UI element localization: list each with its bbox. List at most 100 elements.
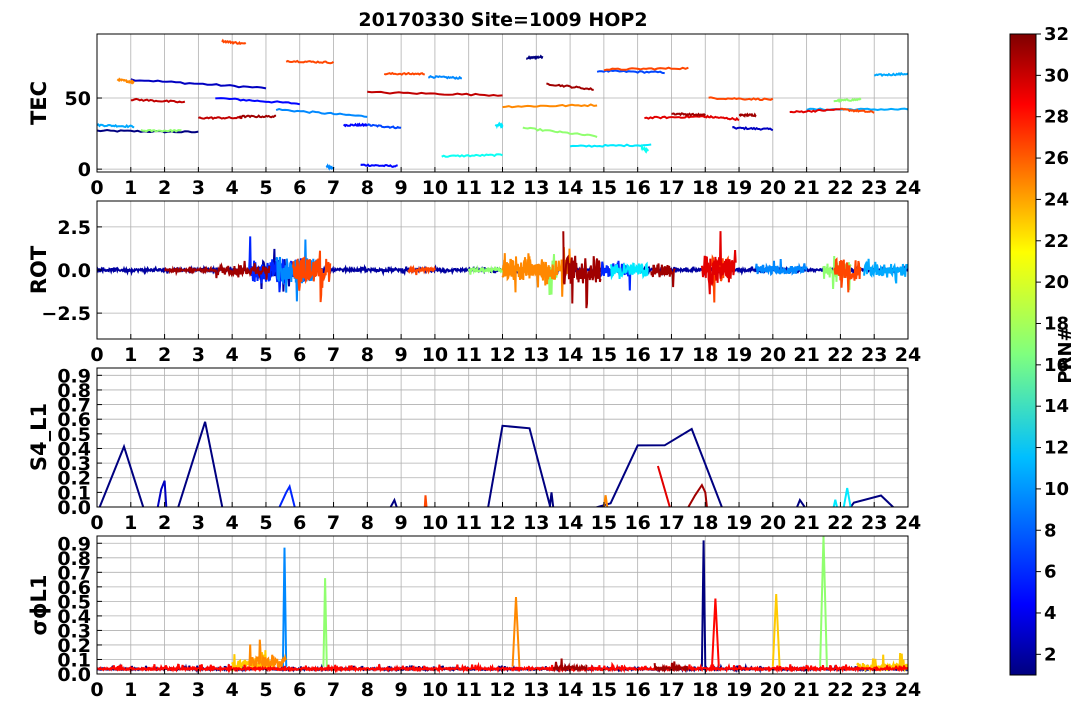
x-tick-label: 0: [90, 344, 103, 366]
x-tick-label: 22: [827, 177, 853, 199]
x-tick-label: 2: [158, 679, 171, 701]
x-tick-label: 6: [293, 512, 306, 534]
y-axis-label: σϕL1: [27, 574, 51, 635]
x-tick-label: 14: [557, 344, 583, 366]
x-tick-label: 14: [557, 512, 583, 534]
x-tick-label: 5: [259, 177, 272, 199]
x-tick-label: 22: [827, 344, 853, 366]
x-tick-label: 23: [861, 512, 887, 534]
x-tick-label: 20: [760, 344, 786, 366]
x-tick-label: 8: [361, 344, 374, 366]
x-tick-label: 4: [226, 512, 239, 534]
x-tick-label: 18: [692, 512, 718, 534]
colorbar-tick-label: 22: [1044, 231, 1069, 252]
x-tick-label: 15: [591, 177, 617, 199]
series-prn-13: [640, 143, 649, 154]
x-tick-label: 7: [327, 344, 340, 366]
x-tick-label: 5: [259, 512, 272, 534]
colorbar-gradient: [1009, 33, 1037, 676]
x-tick-label: 3: [192, 679, 205, 701]
x-tick-label: 24: [895, 679, 921, 701]
colorbar-tick-label: 16: [1044, 355, 1069, 376]
panel-rot: 0 1 2 3 4 5 6 7 8 9 10 11 12 13 14 15 16 17 18 19 20 21 22 23 24…: [27, 200, 921, 366]
y-tick-label: 0.9: [57, 533, 91, 555]
x-tick-label: 15: [591, 679, 617, 701]
colorbar-tick-label: 26: [1044, 148, 1069, 169]
x-tick-label: 1: [124, 679, 137, 701]
x-tick-label: 6: [293, 177, 306, 199]
x-tick-label: 9: [395, 177, 408, 199]
x-tick-label: 9: [395, 344, 408, 366]
x-tick-label: 3: [192, 512, 205, 534]
x-tick-label: 21: [793, 512, 819, 534]
x-tick-label: 2: [158, 512, 171, 534]
x-tick-label: 17: [658, 679, 684, 701]
series-prn-17: [833, 97, 862, 103]
x-tick-label: 17: [658, 512, 684, 534]
series-prn-17: [140, 128, 182, 133]
x-tick-label: 11: [455, 512, 481, 534]
x-tick-label: 16: [624, 344, 650, 366]
x-tick-label: 23: [861, 177, 887, 199]
x-tick-label: 7: [327, 679, 340, 701]
colorbar-tick-label: 8: [1044, 520, 1057, 541]
x-tick-label: 18: [692, 177, 718, 199]
y-tick-label: 0.9: [57, 365, 91, 387]
panel-sigma-phi: 0 1 2 3 4 5 6 7 8 9 10 11 12 13 14 15 16 17 18 19 20 21 22 23 24…: [27, 533, 921, 701]
x-tick-label: 1: [124, 512, 137, 534]
x-tick-label: 7: [327, 512, 340, 534]
x-tick-label: 24: [895, 344, 921, 366]
series-prn-30: [198, 116, 243, 120]
y-axis-label: TEC: [27, 81, 51, 125]
y-tick-label: 2.5: [57, 217, 91, 239]
x-tick-label: 18: [692, 679, 718, 701]
x-tick-label: 11: [455, 177, 481, 199]
colorbar-tick-label: 30: [1044, 65, 1069, 86]
x-tick-label: 0: [90, 512, 103, 534]
x-tick-label: 21: [793, 679, 819, 701]
x-tick-label: 13: [523, 344, 549, 366]
colorbar: PRN# 2468101214161820222426283032: [1009, 24, 1076, 676]
x-tick-label: 15: [591, 512, 617, 534]
x-tick-label: 24: [895, 177, 921, 199]
series-prn-26: [423, 495, 428, 507]
x-tick-label: 23: [861, 679, 887, 701]
x-tick-label: 11: [455, 344, 481, 366]
x-tick-label: 21: [793, 344, 819, 366]
x-tick-label: 6: [293, 344, 306, 366]
colorbar-tick-label: 24: [1044, 189, 1069, 210]
x-tick-label: 4: [226, 344, 239, 366]
x-tick-label: 24: [895, 512, 921, 534]
y-axis-label: S4_L1: [27, 403, 51, 471]
x-tick-label: 21: [793, 177, 819, 199]
x-tick-label: 2: [158, 177, 171, 199]
y-tick-label: 0.0: [57, 260, 91, 282]
x-tick-label: 20: [760, 679, 786, 701]
x-tick-label: 9: [395, 679, 408, 701]
x-tick-label: 14: [557, 679, 583, 701]
x-tick-label: 19: [726, 512, 752, 534]
x-tick-label: 22: [827, 679, 853, 701]
x-tick-label: 17: [658, 177, 684, 199]
colorbar-tick-label: 2: [1044, 644, 1057, 665]
series-prn-26: [383, 71, 425, 76]
x-tick-label: 19: [726, 344, 752, 366]
x-tick-label: 12: [489, 177, 515, 199]
x-tick-label: 17: [658, 344, 684, 366]
x-tick-label: 2: [158, 344, 171, 366]
y-tick-label: 0: [78, 159, 91, 181]
x-tick-label: 14: [557, 177, 583, 199]
x-tick-label: 10: [422, 177, 448, 199]
x-tick-label: 3: [192, 177, 205, 199]
x-tick-label: 13: [523, 512, 549, 534]
x-tick-label: 8: [361, 512, 374, 534]
colorbar-tick-label: 10: [1044, 479, 1069, 500]
x-tick-label: 9: [395, 512, 408, 534]
colorbar-tick-label: 18: [1044, 313, 1069, 334]
colorbar-tick-label: 12: [1044, 438, 1069, 459]
chart-title: 20170330 Site=1009 HOP2: [358, 9, 647, 31]
panel-tec: 0 1 2 3 4 5 6 7 8 9 10 11 12 13 14 15 16 17 18 19 20 21 22 23 24…: [27, 33, 921, 199]
x-tick-label: 23: [861, 344, 887, 366]
y-tick-label: −2.5: [41, 303, 91, 325]
colorbar-tick-label: 32: [1044, 24, 1069, 45]
